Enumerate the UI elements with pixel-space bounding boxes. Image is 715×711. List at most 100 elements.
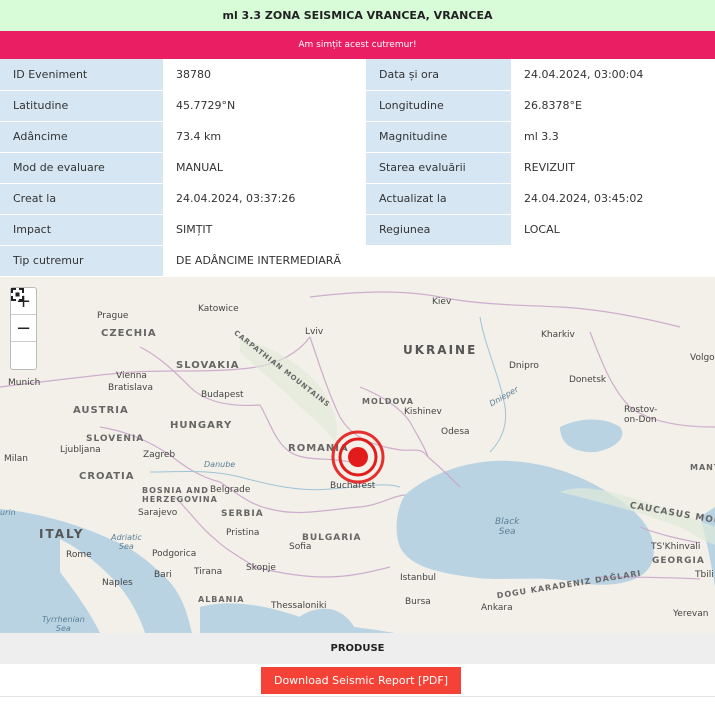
map-label-odesa: Odesa xyxy=(441,427,470,437)
map-label-ankara: Ankara xyxy=(481,603,513,613)
map-label-dnipro: Dnipro xyxy=(509,361,539,371)
region-label: Regiunea xyxy=(366,214,511,246)
event-id-label: ID Eveniment xyxy=(0,59,163,91)
type-label: Tip cutremur xyxy=(0,245,163,277)
map-zoom-control: + − xyxy=(10,287,37,370)
latitude-label: Latitudine xyxy=(0,90,163,122)
event-details-table: ID Eveniment 38780 Data și ora 24.04.202… xyxy=(0,59,715,277)
created-label: Creat la xyxy=(0,183,163,215)
table-row: Adâncime 73.4 km Magnitudine ml 3.3 xyxy=(0,121,715,153)
map-label-black-sea: Black Sea xyxy=(495,517,520,537)
map-label-zagreb: Zagreb xyxy=(143,450,176,460)
map-label-slovenia: SLOVENIA xyxy=(86,434,145,444)
map-label-austria: AUSTRIA xyxy=(73,405,129,416)
eval-mode-label: Mod de evaluare xyxy=(0,152,163,184)
map-label-milan: Milan xyxy=(4,454,28,464)
map-label-czechia: CZECHIA xyxy=(101,328,157,339)
map-label-moldova: MOLDOVA xyxy=(362,397,414,406)
latitude-value: 45.7729°N xyxy=(163,90,366,122)
datetime-label: Data și ora xyxy=(366,59,511,91)
map-label-volgo: Volgo xyxy=(690,353,715,363)
map-label-slovakia: SLOVAKIA xyxy=(176,360,240,371)
impact-label: Impact xyxy=(0,214,163,246)
map-label-bursa: Bursa xyxy=(405,597,431,607)
map-label-rostov: Rostov- on-Don xyxy=(624,405,658,425)
longitude-label: Longitudine xyxy=(366,90,511,122)
map-label-kishinev: Kishinev xyxy=(404,407,442,417)
eval-state-label: Starea evaluării xyxy=(366,152,511,184)
map-label-munich: Munich xyxy=(8,378,41,388)
map-label-urin: urin xyxy=(0,508,16,517)
map-label-prague: Prague xyxy=(97,311,129,321)
created-value: 24.04.2024, 03:37:26 xyxy=(163,183,366,215)
map-label-kharkiv: Kharkiv xyxy=(541,330,575,340)
map-label-naples: Naples xyxy=(102,578,133,588)
map-label-bratislava: Bratislava xyxy=(108,383,153,393)
divider xyxy=(0,696,715,697)
region-value: LOCAL xyxy=(511,214,715,246)
map-label-tirana: Tirana xyxy=(194,567,223,577)
datetime-value: 24.04.2024, 03:00:04 xyxy=(511,59,715,91)
event-id-value: 38780 xyxy=(163,59,366,91)
map-label-kiev: Kiev xyxy=(432,297,452,307)
fullscreen-button[interactable] xyxy=(11,288,36,369)
map-label-bari: Bari xyxy=(154,570,172,580)
map-label-ukraine: UKRAINE xyxy=(403,343,478,357)
table-row: ID Eveniment 38780 Data și ora 24.04.202… xyxy=(0,59,715,91)
map-label-adriatic-sea: Adriatic Sea xyxy=(111,533,142,551)
map-label-tbilisi: Tbili xyxy=(695,570,714,580)
map-label-istanbul: Istanbul xyxy=(400,573,437,583)
eval-mode-value: MANUAL xyxy=(163,152,366,184)
map-label-budapest: Budapest xyxy=(201,390,244,400)
map-label-sofia: Sofia xyxy=(289,542,312,552)
map-label-yerevan: Yerevan xyxy=(673,609,709,619)
map-label-tskhinvali: TS'Khinvali xyxy=(651,542,701,552)
map-label-serbia: SERBIA xyxy=(221,509,264,519)
products-section-title: PRODUSE xyxy=(0,633,715,664)
earthquake-map[interactable]: Kiev Kharkiv Lviv Katowice Prague CZECHI… xyxy=(0,277,715,633)
map-label-bosnia: BOSNIA AND HERZEGOVINA xyxy=(142,486,218,504)
eval-state-value: REVIZUIT xyxy=(511,152,715,184)
map-label-podgorica: Podgorica xyxy=(152,549,197,559)
impact-value: SIMȚIT xyxy=(163,214,366,246)
type-value: DE ADÂNCIME INTERMEDIARĂ xyxy=(163,245,715,277)
map-label-hungary: HUNGARY xyxy=(170,420,233,431)
fullscreen-icon xyxy=(11,288,24,301)
map-label-vienna: Vienna xyxy=(116,371,147,381)
table-row: Tip cutremur DE ADÂNCIME INTERMEDIARĂ xyxy=(0,245,715,277)
map-label-pristina: Pristina xyxy=(226,528,260,538)
download-report-button[interactable]: Download Seismic Report [PDF] xyxy=(261,667,461,694)
map-label-manyt: MANT xyxy=(690,463,715,472)
map-label-rome: Rome xyxy=(66,550,92,560)
map-label-danube: Danube xyxy=(204,460,236,469)
zoom-out-button[interactable]: − xyxy=(11,315,36,342)
depth-value: 73.4 km xyxy=(163,121,366,153)
map-label-georgia: GEORGIA xyxy=(652,556,705,566)
table-row: Creat la 24.04.2024, 03:37:26 Actualizat… xyxy=(0,183,715,215)
longitude-value: 26.8378°E xyxy=(511,90,715,122)
map-label-ljubljana: Ljubljana xyxy=(60,445,101,455)
table-row: Impact SIMȚIT Regiunea LOCAL xyxy=(0,214,715,246)
magnitude-value: ml 3.3 xyxy=(511,121,715,153)
depth-label: Adâncime xyxy=(0,121,163,153)
map-label-sarajevo: Sarajevo xyxy=(138,508,178,518)
map-label-bulgaria: BULGARIA xyxy=(302,533,362,543)
map-label-thessaloniki: Thessaloniki xyxy=(271,601,327,611)
epicenter-marker[interactable] xyxy=(330,429,386,485)
map-label-donetsk: Donetsk xyxy=(569,375,607,385)
map-label-skopje: Skopje xyxy=(246,563,276,573)
magnitude-label: Magnitudine xyxy=(366,121,511,153)
map-label-tyrrhenian-sea: Tyrrhenian Sea xyxy=(42,615,85,633)
map-label-belgrade: Belgrade xyxy=(210,485,251,495)
felt-earthquake-button[interactable]: Am simțit acest cutremur! xyxy=(0,31,715,59)
epicenter-dot xyxy=(348,447,368,467)
map-label-katowice: Katowice xyxy=(198,304,239,314)
map-label-lviv: Lviv xyxy=(305,327,324,337)
map-label-italy: ITALY xyxy=(39,527,85,541)
updated-value: 24.04.2024, 03:45:02 xyxy=(511,183,715,215)
table-row: Latitudine 45.7729°N Longitudine 26.8378… xyxy=(0,90,715,122)
map-label-croatia: CROATIA xyxy=(79,471,135,482)
page-title: ml 3.3 ZONA SEISMICA VRANCEA, VRANCEA xyxy=(0,0,715,31)
updated-label: Actualizat la xyxy=(366,183,511,215)
table-row: Mod de evaluare MANUAL Starea evaluării … xyxy=(0,152,715,184)
